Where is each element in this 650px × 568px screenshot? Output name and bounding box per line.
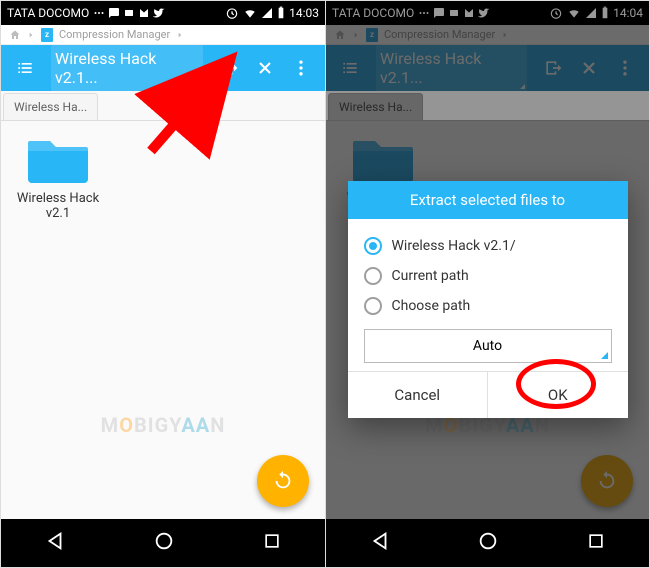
notification-icons [93, 7, 180, 19]
ok-button[interactable]: OK [487, 372, 628, 418]
radio-icon [364, 267, 382, 285]
card-icon [123, 7, 135, 19]
encoding-dropdown[interactable]: Auto [364, 329, 612, 363]
android-navbar [1, 519, 325, 567]
download-icon [168, 7, 180, 19]
dialog-title: Extract selected files to [348, 181, 628, 219]
folder-icon [26, 133, 90, 185]
recents-button[interactable] [586, 531, 606, 555]
recents-button[interactable] [262, 531, 282, 555]
radio-icon [364, 297, 382, 315]
android-navbar [326, 519, 649, 567]
signal-icon [261, 7, 273, 19]
chevron-right-icon [27, 31, 35, 39]
radio-icon [364, 237, 382, 255]
alarm-icon [225, 6, 239, 20]
back-button[interactable] [44, 530, 66, 556]
carrier-label: TATA DOCOMO [7, 6, 89, 20]
radio-label: Current path [392, 268, 469, 284]
selection-dropdown[interactable]: Wireless Hack v2.1... [51, 45, 203, 91]
radio-label: Choose path [392, 298, 471, 314]
list-icon[interactable] [7, 50, 43, 86]
close-button[interactable] [247, 50, 283, 86]
phone-right: TATA DOCOMO 14:04 z [325, 1, 649, 567]
refresh-fab[interactable] [257, 455, 309, 507]
extract-dialog: Extract selected files to Wireless Hack … [348, 181, 628, 418]
clock-label: 14:03 [289, 6, 319, 20]
folder-label: Wireless Hack v2.1 [13, 191, 103, 221]
encoding-label: Auto [473, 338, 502, 354]
home-button[interactable] [477, 530, 499, 556]
chevron-right-icon [176, 31, 184, 39]
zip-icon: z [41, 28, 53, 42]
breadcrumb[interactable]: z Compression Manager [1, 25, 325, 45]
home-button[interactable] [153, 530, 175, 556]
extract-button[interactable] [211, 50, 247, 86]
toolbar-title-label: Wireless Hack v2.1... [55, 49, 195, 87]
phone-left: TATA DOCOMO 14:03 [1, 1, 325, 567]
home-icon [9, 29, 21, 41]
status-bar: TATA DOCOMO 14:03 [1, 1, 325, 25]
battery-icon [277, 6, 285, 20]
more-icon [93, 7, 105, 19]
tab-strip: Wireless Ha... [1, 91, 325, 121]
selection-toolbar: Wireless Hack v2.1... [1, 45, 325, 91]
overflow-menu-button[interactable] [283, 50, 319, 86]
twitter-icon [153, 7, 165, 19]
cancel-button[interactable]: Cancel [348, 372, 488, 418]
radio-label: Wireless Hack v2.1/ [392, 238, 516, 254]
back-button[interactable] [369, 530, 391, 556]
mail-icon [138, 7, 150, 19]
tab-label: Wireless Ha... [14, 100, 87, 114]
wifi-icon [243, 6, 257, 20]
folder-item[interactable]: Wireless Hack v2.1 [13, 133, 103, 221]
radio-option-current[interactable]: Current path [364, 261, 612, 291]
breadcrumb-label: Compression Manager [59, 28, 170, 41]
tab-item[interactable]: Wireless Ha... [3, 93, 98, 120]
radio-option-choose[interactable]: Choose path [364, 291, 612, 321]
radio-option-folder[interactable]: Wireless Hack v2.1/ [364, 231, 612, 261]
sms-icon [108, 7, 120, 19]
